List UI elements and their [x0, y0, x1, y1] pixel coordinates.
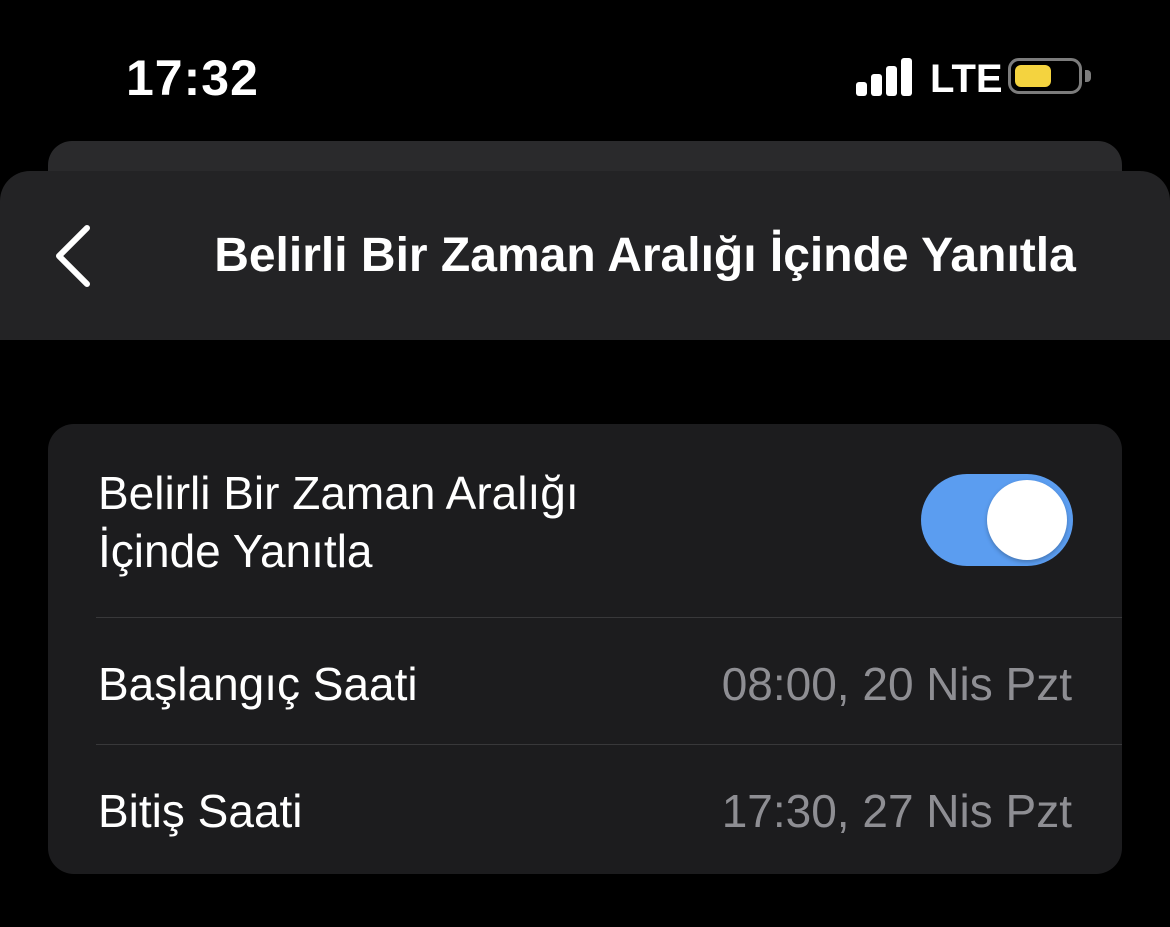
battery-cap — [1085, 70, 1091, 82]
start-time-value[interactable]: 08:00, 20 Nis Pzt — [722, 655, 1072, 713]
end-time-value[interactable]: 17:30, 27 Nis Pzt — [722, 782, 1072, 840]
toggle-row-label-line1: Belirli Bir Zaman Aralığı — [98, 467, 579, 519]
end-time-label: Bitiş Saati — [98, 785, 303, 837]
toggle-row-label-line2: İçinde Yanıtla — [98, 525, 373, 577]
chevron-left-icon — [56, 225, 90, 287]
start-time-label: Başlangıç Saati — [98, 658, 418, 710]
battery-icon — [1008, 58, 1082, 94]
divider — [96, 744, 1122, 745]
network-type: LTE — [930, 57, 1003, 101]
signal-strength-icon — [856, 58, 914, 96]
settings-card: Belirli Bir Zaman Aralığı İçinde Yanıtla… — [48, 424, 1122, 874]
toggle-row-label: Belirli Bir Zaman Aralığı İçinde Yanıtla — [98, 464, 579, 580]
back-button[interactable] — [48, 220, 98, 292]
screen: 17:32 LTE Belirli Bir Zaman Aralığı İçin… — [0, 0, 1170, 927]
time-range-toggle[interactable] — [921, 474, 1073, 566]
status-time: 17:32 — [126, 50, 259, 106]
divider — [96, 617, 1122, 618]
page-title: Belirli Bir Zaman Aralığı İçinde Yanıtla — [214, 229, 1076, 282]
battery-level — [1015, 65, 1051, 87]
toggle-knob — [987, 480, 1067, 560]
